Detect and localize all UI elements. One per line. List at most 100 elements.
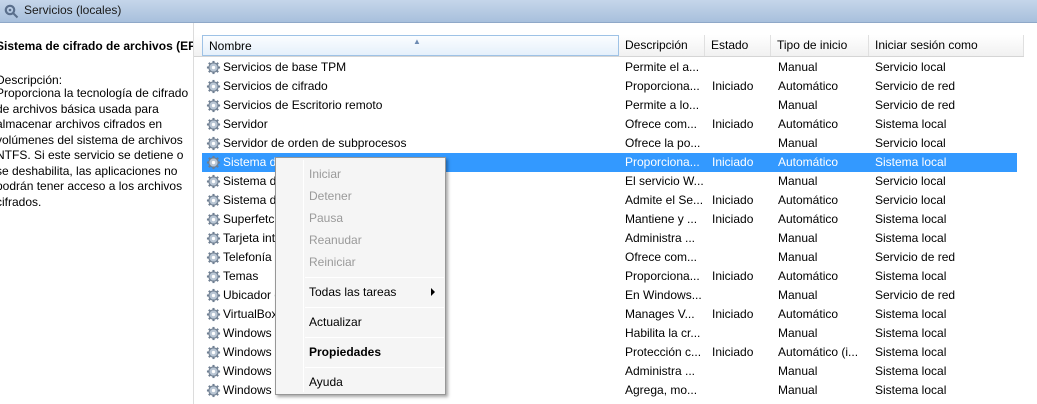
service-name-cell: Servicios de base TPM [223, 60, 347, 74]
menu-separator [305, 367, 444, 368]
menu-item-help[interactable]: Ayuda [309, 375, 343, 389]
menu-separator [305, 307, 444, 308]
table-row[interactable]: Servicios de Escritorio remoto Permite a … [202, 96, 1017, 115]
service-start-type-cell: Manual [778, 98, 818, 112]
service-gear-icon [206, 79, 221, 94]
service-description-cell: Ofrece com... [625, 250, 698, 264]
service-start-type-cell: Automático [778, 193, 839, 207]
table-row[interactable]: Servicios de base TPM Permite el a... Manu… [202, 58, 1017, 77]
menu-item-resume[interactable]: Reanudar [309, 233, 362, 247]
column-header-login[interactable]: Iniciar sesión como [869, 35, 1024, 56]
service-name-cell: Servidor de orden de subprocesos [223, 136, 407, 150]
service-state-cell: Iniciado [712, 212, 754, 226]
service-gear-icon [206, 345, 221, 360]
service-login-cell: Servicio de red [875, 250, 956, 264]
table-row[interactable]: Servidor Ofrece com... Iniciado Automático S… [202, 115, 1017, 134]
service-description-cell: Agrega, mo... [625, 383, 698, 397]
service-gear-icon [206, 136, 221, 151]
menu-item-refresh[interactable]: Actualizar [309, 315, 362, 329]
service-start-type-cell: Manual [778, 288, 818, 302]
menu-item-stop[interactable]: Detener [309, 189, 352, 203]
service-description-cell: Protección c... [625, 345, 702, 359]
menu-item-pause[interactable]: Pausa [309, 211, 343, 225]
service-description-cell: Ofrece com... [625, 117, 698, 131]
selected-service-title: Sistema de cifrado de archivos (EFS) [0, 39, 193, 53]
service-description-cell: Proporciona... [625, 269, 700, 283]
description-label: Descripción: [0, 73, 63, 87]
column-start-type-label: Tipo de inicio [777, 38, 848, 52]
service-login-cell: Sistema local [875, 117, 947, 131]
service-gear-icon [206, 193, 221, 208]
service-description-cell: Administra ... [625, 231, 696, 245]
column-header-description[interactable]: Descripción [619, 35, 705, 56]
service-description-cell: El servicio W... [625, 174, 704, 188]
column-header-name[interactable]: Nombre ▲ [202, 35, 619, 56]
service-login-cell: Servicio de red [875, 79, 956, 93]
service-start-type-cell: Automático [778, 79, 839, 93]
service-state-cell: Iniciado [712, 345, 754, 359]
service-description-cell: Mantiene y ... [625, 212, 698, 226]
description-text: Proporciona la tecnología de cifrado de … [0, 86, 189, 209]
service-gear-icon [206, 383, 221, 398]
service-login-cell: Servicio local [875, 193, 946, 207]
service-gear-icon [206, 231, 221, 246]
service-description-cell: Administra ... [625, 364, 696, 378]
services-gear-icon [4, 4, 19, 19]
service-login-cell: Sistema local [875, 364, 947, 378]
table-row[interactable]: Servicios de cifrado Proporciona... Inicia… [202, 77, 1017, 96]
menu-item-start[interactable]: Iniciar [309, 167, 341, 181]
service-start-type-cell: Manual [778, 364, 818, 378]
service-description-cell: Permite el a... [625, 60, 700, 74]
service-start-type-cell: Automático [778, 269, 839, 283]
service-start-type-cell: Manual [778, 326, 818, 340]
service-login-cell: Sistema local [875, 269, 947, 283]
service-name-cell: Servicios de cifrado [223, 79, 328, 93]
service-description-cell: Habilita la cr... [625, 326, 701, 340]
service-login-cell: Servicio local [875, 60, 946, 74]
table-row[interactable]: Servidor de orden de subprocesos Ofrece l… [202, 134, 1017, 153]
service-gear-icon [206, 98, 221, 113]
service-start-type-cell: Automático [778, 117, 839, 131]
service-start-type-cell: Automático [778, 212, 839, 226]
service-login-cell: Sistema local [875, 345, 947, 359]
service-start-type-cell: Automático [778, 307, 839, 321]
menu-gutter [303, 160, 304, 392]
service-description-cell: Proporciona... [625, 155, 700, 169]
services-header-band: Servicios (locales) [0, 0, 1037, 23]
service-gear-icon [206, 117, 221, 132]
service-gear-icon [206, 364, 221, 379]
service-start-type-cell: Automático (i... [778, 345, 859, 359]
service-login-cell: Sistema local [875, 383, 947, 397]
column-header-state[interactable]: Estado [705, 35, 771, 56]
menu-separator [305, 277, 444, 278]
service-login-cell: Sistema local [875, 155, 947, 169]
service-description-cell: Manages V... [625, 307, 695, 321]
service-gear-icon [206, 174, 221, 189]
service-login-cell: Servicio de red [875, 98, 956, 112]
menu-item-properties[interactable]: Propiedades [309, 345, 381, 359]
service-start-type-cell: Manual [778, 231, 818, 245]
service-login-cell: Sistema local [875, 326, 947, 340]
menu-separator [305, 337, 444, 338]
service-name-cell: Servidor [223, 117, 268, 131]
menu-item-restart[interactable]: Reiniciar [309, 255, 356, 269]
service-login-cell: Sistema local [875, 231, 947, 245]
column-description-label: Descripción [625, 38, 688, 52]
submenu-arrow-icon [431, 288, 435, 296]
service-login-cell: Servicio local [875, 136, 946, 150]
service-gear-icon [206, 212, 221, 227]
service-start-type-cell: Manual [778, 136, 818, 150]
service-description-cell: Permite a lo... [625, 98, 700, 112]
service-gear-icon [206, 288, 221, 303]
service-name-cell: Servicios de Escritorio remoto [223, 98, 383, 112]
service-description-cell: Proporciona... [625, 79, 700, 93]
column-header-start-type[interactable]: Tipo de inicio [771, 35, 869, 56]
service-login-cell: Sistema local [875, 307, 947, 321]
context-menu: Iniciar Detener Pausa Reanudar Reiniciar… [275, 157, 446, 395]
service-login-cell: Sistema local [875, 212, 947, 226]
service-state-cell: Iniciado [712, 307, 754, 321]
service-state-cell: Iniciado [712, 155, 754, 169]
service-gear-icon [206, 326, 221, 341]
description-pane: Sistema de cifrado de archivos (EFS) Des… [0, 23, 193, 404]
menu-item-all-tasks[interactable]: Todas las tareas [309, 285, 396, 299]
